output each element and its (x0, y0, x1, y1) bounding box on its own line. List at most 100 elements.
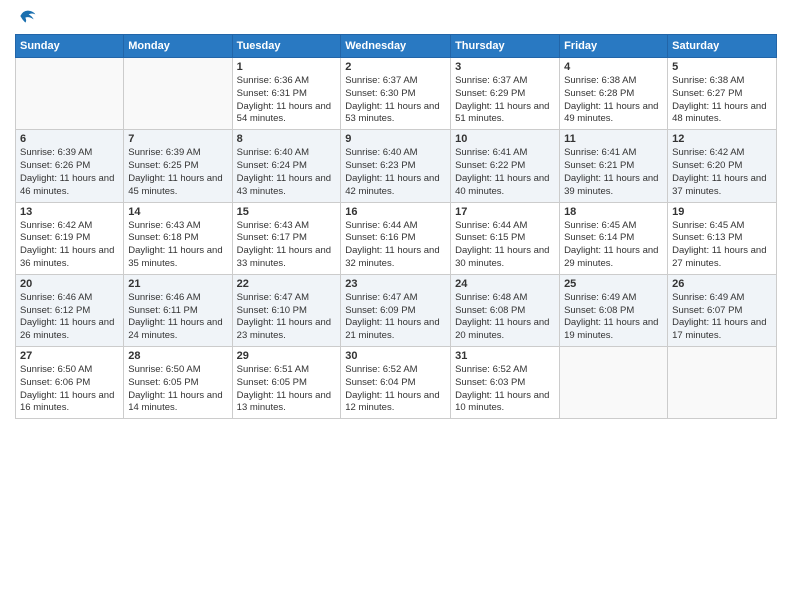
sunrise-text: Sunrise: 6:37 AM (345, 75, 446, 88)
sunrise-text: Sunrise: 6:49 AM (672, 292, 772, 305)
day-number: 31 (455, 350, 555, 362)
day-info: Sunrise: 6:52 AMSunset: 6:04 PMDaylight:… (345, 364, 446, 415)
logo-bird-icon (17, 6, 37, 26)
calendar-cell: 16Sunrise: 6:44 AMSunset: 6:16 PMDayligh… (341, 202, 451, 274)
sunrise-text: Sunrise: 6:45 AM (672, 220, 772, 233)
daylight-text: Daylight: 11 hours and 32 minutes. (345, 245, 446, 271)
daylight-text: Daylight: 11 hours and 24 minutes. (128, 317, 227, 343)
sunset-text: Sunset: 6:13 PM (672, 232, 772, 245)
calendar-cell: 10Sunrise: 6:41 AMSunset: 6:22 PMDayligh… (451, 130, 560, 202)
sunrise-text: Sunrise: 6:41 AM (455, 147, 555, 160)
calendar-cell (560, 347, 668, 419)
sunrise-text: Sunrise: 6:52 AM (345, 364, 446, 377)
sunset-text: Sunset: 6:26 PM (20, 160, 119, 173)
day-number: 11 (564, 133, 663, 145)
sunrise-text: Sunrise: 6:50 AM (128, 364, 227, 377)
day-number: 1 (237, 61, 337, 73)
calendar-cell: 1Sunrise: 6:36 AMSunset: 6:31 PMDaylight… (232, 58, 341, 130)
day-info: Sunrise: 6:41 AMSunset: 6:21 PMDaylight:… (564, 147, 663, 198)
calendar-cell (668, 347, 777, 419)
sunrise-text: Sunrise: 6:40 AM (345, 147, 446, 160)
day-info: Sunrise: 6:49 AMSunset: 6:08 PMDaylight:… (564, 292, 663, 343)
daylight-text: Daylight: 11 hours and 14 minutes. (128, 390, 227, 416)
calendar-cell: 21Sunrise: 6:46 AMSunset: 6:11 PMDayligh… (124, 274, 232, 346)
sunrise-text: Sunrise: 6:37 AM (455, 75, 555, 88)
day-info: Sunrise: 6:44 AMSunset: 6:15 PMDaylight:… (455, 220, 555, 271)
daylight-text: Daylight: 11 hours and 54 minutes. (237, 101, 337, 127)
sunset-text: Sunset: 6:10 PM (237, 305, 337, 318)
sunset-text: Sunset: 6:14 PM (564, 232, 663, 245)
daylight-text: Daylight: 11 hours and 13 minutes. (237, 390, 337, 416)
sunset-text: Sunset: 6:08 PM (564, 305, 663, 318)
day-info: Sunrise: 6:38 AMSunset: 6:27 PMDaylight:… (672, 75, 772, 126)
calendar-cell: 17Sunrise: 6:44 AMSunset: 6:15 PMDayligh… (451, 202, 560, 274)
day-info: Sunrise: 6:42 AMSunset: 6:19 PMDaylight:… (20, 220, 119, 271)
day-number: 25 (564, 278, 663, 290)
sunrise-text: Sunrise: 6:38 AM (672, 75, 772, 88)
sunset-text: Sunset: 6:11 PM (128, 305, 227, 318)
calendar-cell: 14Sunrise: 6:43 AMSunset: 6:18 PMDayligh… (124, 202, 232, 274)
daylight-text: Daylight: 11 hours and 53 minutes. (345, 101, 446, 127)
calendar-week-3: 13Sunrise: 6:42 AMSunset: 6:19 PMDayligh… (16, 202, 777, 274)
sunrise-text: Sunrise: 6:41 AM (564, 147, 663, 160)
daylight-text: Daylight: 11 hours and 30 minutes. (455, 245, 555, 271)
day-info: Sunrise: 6:39 AMSunset: 6:25 PMDaylight:… (128, 147, 227, 198)
calendar-cell: 3Sunrise: 6:37 AMSunset: 6:29 PMDaylight… (451, 58, 560, 130)
daylight-text: Daylight: 11 hours and 49 minutes. (564, 101, 663, 127)
sunset-text: Sunset: 6:31 PM (237, 88, 337, 101)
weekday-header-saturday: Saturday (668, 35, 777, 58)
day-number: 24 (455, 278, 555, 290)
day-number: 23 (345, 278, 446, 290)
day-number: 22 (237, 278, 337, 290)
day-number: 6 (20, 133, 119, 145)
sunrise-text: Sunrise: 6:39 AM (20, 147, 119, 160)
sunset-text: Sunset: 6:21 PM (564, 160, 663, 173)
calendar-cell: 13Sunrise: 6:42 AMSunset: 6:19 PMDayligh… (16, 202, 124, 274)
calendar-cell: 8Sunrise: 6:40 AMSunset: 6:24 PMDaylight… (232, 130, 341, 202)
sunset-text: Sunset: 6:05 PM (128, 377, 227, 390)
sunset-text: Sunset: 6:28 PM (564, 88, 663, 101)
sunrise-text: Sunrise: 6:48 AM (455, 292, 555, 305)
daylight-text: Daylight: 11 hours and 29 minutes. (564, 245, 663, 271)
weekday-header-sunday: Sunday (16, 35, 124, 58)
sunset-text: Sunset: 6:08 PM (455, 305, 555, 318)
logo (15, 14, 37, 26)
calendar-week-1: 1Sunrise: 6:36 AMSunset: 6:31 PMDaylight… (16, 58, 777, 130)
sunrise-text: Sunrise: 6:50 AM (20, 364, 119, 377)
daylight-text: Daylight: 11 hours and 48 minutes. (672, 101, 772, 127)
daylight-text: Daylight: 11 hours and 33 minutes. (237, 245, 337, 271)
day-info: Sunrise: 6:46 AMSunset: 6:11 PMDaylight:… (128, 292, 227, 343)
calendar-cell: 19Sunrise: 6:45 AMSunset: 6:13 PMDayligh… (668, 202, 777, 274)
day-number: 5 (672, 61, 772, 73)
sunrise-text: Sunrise: 6:46 AM (128, 292, 227, 305)
day-info: Sunrise: 6:50 AMSunset: 6:06 PMDaylight:… (20, 364, 119, 415)
day-info: Sunrise: 6:41 AMSunset: 6:22 PMDaylight:… (455, 147, 555, 198)
day-info: Sunrise: 6:44 AMSunset: 6:16 PMDaylight:… (345, 220, 446, 271)
day-number: 28 (128, 350, 227, 362)
day-number: 9 (345, 133, 446, 145)
calendar-cell: 18Sunrise: 6:45 AMSunset: 6:14 PMDayligh… (560, 202, 668, 274)
calendar-week-5: 27Sunrise: 6:50 AMSunset: 6:06 PMDayligh… (16, 347, 777, 419)
calendar-cell: 4Sunrise: 6:38 AMSunset: 6:28 PMDaylight… (560, 58, 668, 130)
daylight-text: Daylight: 11 hours and 43 minutes. (237, 173, 337, 199)
day-number: 4 (564, 61, 663, 73)
day-number: 30 (345, 350, 446, 362)
daylight-text: Daylight: 11 hours and 40 minutes. (455, 173, 555, 199)
sunrise-text: Sunrise: 6:47 AM (237, 292, 337, 305)
day-info: Sunrise: 6:37 AMSunset: 6:30 PMDaylight:… (345, 75, 446, 126)
day-info: Sunrise: 6:45 AMSunset: 6:14 PMDaylight:… (564, 220, 663, 271)
sunset-text: Sunset: 6:09 PM (345, 305, 446, 318)
sunset-text: Sunset: 6:03 PM (455, 377, 555, 390)
sunrise-text: Sunrise: 6:43 AM (237, 220, 337, 233)
calendar-cell: 23Sunrise: 6:47 AMSunset: 6:09 PMDayligh… (341, 274, 451, 346)
day-info: Sunrise: 6:46 AMSunset: 6:12 PMDaylight:… (20, 292, 119, 343)
daylight-text: Daylight: 11 hours and 36 minutes. (20, 245, 119, 271)
calendar-cell: 29Sunrise: 6:51 AMSunset: 6:05 PMDayligh… (232, 347, 341, 419)
sunset-text: Sunset: 6:24 PM (237, 160, 337, 173)
calendar-cell: 26Sunrise: 6:49 AMSunset: 6:07 PMDayligh… (668, 274, 777, 346)
daylight-text: Daylight: 11 hours and 39 minutes. (564, 173, 663, 199)
sunrise-text: Sunrise: 6:47 AM (345, 292, 446, 305)
calendar-week-4: 20Sunrise: 6:46 AMSunset: 6:12 PMDayligh… (16, 274, 777, 346)
weekday-header-wednesday: Wednesday (341, 35, 451, 58)
sunrise-text: Sunrise: 6:39 AM (128, 147, 227, 160)
